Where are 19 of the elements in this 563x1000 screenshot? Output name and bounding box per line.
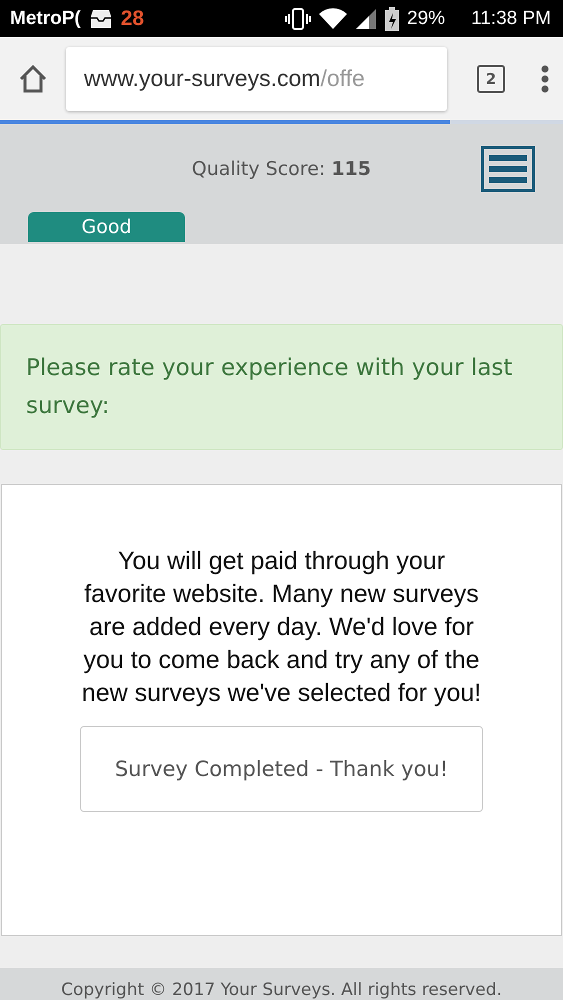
rating-prompt: Please rate your experience with your last survey:	[0, 324, 563, 450]
battery-icon	[385, 6, 400, 31]
more-menu-icon[interactable]	[541, 64, 549, 93]
vibrate-icon	[285, 8, 312, 30]
clock-time: 11:38 PM	[471, 8, 551, 30]
copyright-text: Copyright © 2017 Your Surveys. All rights reserved.	[61, 980, 502, 1000]
home-icon[interactable]	[18, 64, 48, 93]
survey-completed-button[interactable]: Survey Completed - Thank you!	[80, 726, 483, 812]
menu-button[interactable]	[481, 146, 535, 192]
inbox-icon	[88, 8, 113, 29]
signal-icon	[355, 8, 378, 30]
battery-percent: 29%	[407, 8, 446, 30]
notification-count: 28	[120, 6, 144, 31]
quality-score: Quality Score: 115	[192, 158, 371, 180]
address-bar[interactable]: www.your-surveys.com/offe	[66, 46, 447, 111]
tab-switcher-button[interactable]: 2	[477, 64, 505, 93]
thank-you-message: You will get paid through your favorite website. Many new surveys are added every day. We'd love for you to come back and try any of the new surveys we've selected for you!	[80, 546, 482, 710]
carrier-name: MetroP(	[10, 8, 81, 30]
wifi-icon	[319, 8, 348, 30]
